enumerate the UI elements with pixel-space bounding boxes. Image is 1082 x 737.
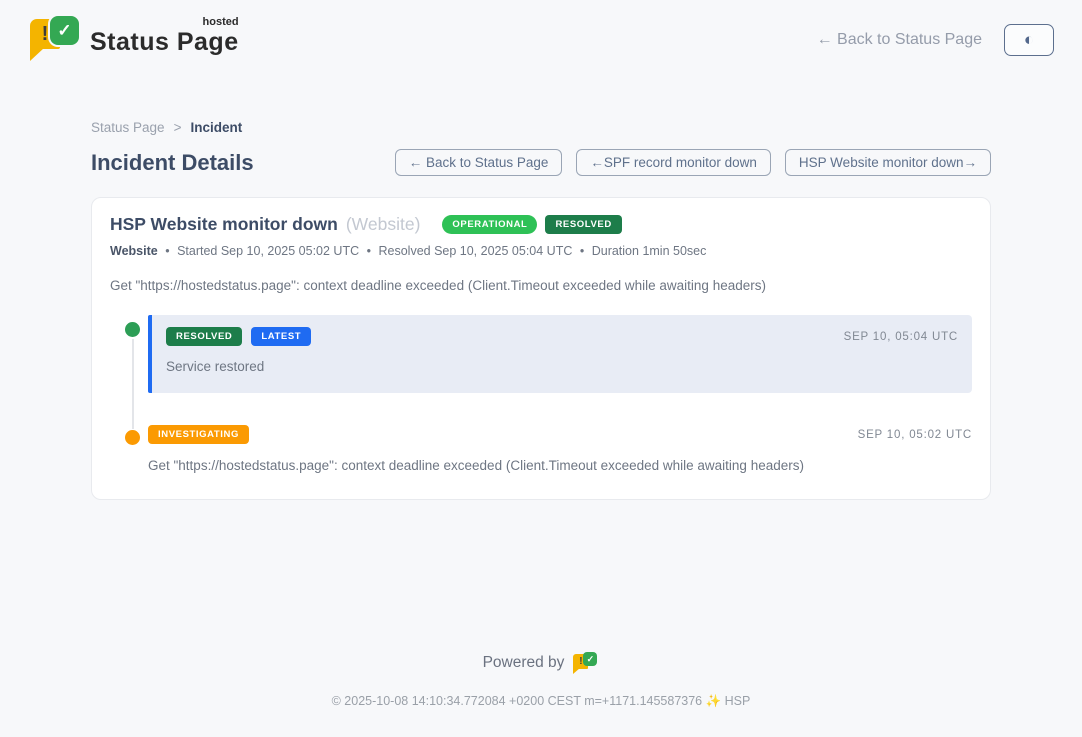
logo-check-icon: ✓ (50, 16, 79, 45)
prev-incident-button[interactable]: ←SPF record monitor down (576, 149, 771, 176)
timeline-timestamp: SEP 10, 05:04 UTC (844, 331, 958, 343)
latest-badge: LATEST (251, 327, 311, 346)
main-content: Status Page > Incident Incident Details … (91, 120, 991, 500)
timeline-content: INVESTIGATING SEP 10, 05:02 UTC Get "htt… (148, 423, 972, 473)
half-circle-icon: ◐ (1024, 30, 1034, 50)
meta-component: Website (110, 244, 158, 258)
back-to-status-page-button[interactable]: ← Back to Status Page (395, 149, 563, 176)
logo-check-icon: ✓ (583, 652, 597, 666)
meta-separator: • (580, 244, 584, 258)
operational-badge: OPERATIONAL (442, 215, 537, 234)
breadcrumb-status-page[interactable]: Status Page (91, 120, 165, 135)
footer: Powered by ! ✓ © 2025-10-08 14:10:34.772… (0, 651, 1082, 709)
incident-timeline: RESOLVED LATEST SEP 10, 05:04 UTC Servic… (110, 315, 972, 473)
timeline-connector-line (132, 339, 134, 429)
timeline-item-resolved: RESOLVED LATEST SEP 10, 05:04 UTC Servic… (110, 315, 972, 393)
timeline-dot-column (110, 423, 148, 445)
timeline-head: RESOLVED LATEST SEP 10, 05:04 UTC (166, 327, 958, 346)
incident-title: HSP Website monitor down (110, 214, 338, 235)
incident-component: (Website) (346, 214, 421, 235)
powered-by-label: Powered by (483, 654, 565, 672)
timeline-dot-column (110, 315, 148, 337)
incident-nav-buttons: ← Back to Status Page ←SPF record monito… (395, 149, 991, 176)
timeline-dot-green (125, 322, 140, 337)
meta-separator: • (367, 244, 371, 258)
theme-toggle-button[interactable]: ◐ (1004, 24, 1054, 56)
incident-meta: Website • Started Sep 10, 2025 05:02 UTC… (110, 244, 972, 258)
next-incident-button[interactable]: HSP Website monitor down→ (785, 149, 991, 176)
meta-resolved: Resolved Sep 10, 2025 05:04 UTC (378, 244, 572, 258)
header: ! ✓ Status Page hosted ← Back to Status … (0, 0, 1082, 62)
title-row: Incident Details ← Back to Status Page ←… (91, 149, 991, 176)
breadcrumb-incident: Incident (190, 120, 242, 135)
timeline-message: Get "https://hostedstatus.page": context… (148, 458, 972, 473)
timeline-message: Service restored (166, 359, 958, 374)
hsp-logo-icon[interactable]: ! ✓ (573, 651, 599, 675)
meta-started: Started Sep 10, 2025 05:02 UTC (177, 244, 359, 258)
status-page-logo-icon: ! ✓ (28, 14, 80, 62)
timeline-content: RESOLVED LATEST SEP 10, 05:04 UTC Servic… (148, 315, 972, 393)
timeline-badges: RESOLVED LATEST (166, 327, 311, 346)
timeline-badges: INVESTIGATING (148, 425, 249, 444)
breadcrumb: Status Page > Incident (91, 120, 991, 135)
incident-description: Get "https://hostedstatus.page": context… (110, 278, 972, 293)
brand-hosted-label: hosted (203, 16, 239, 28)
meta-separator: • (165, 244, 169, 258)
incident-title-row: HSP Website monitor down (Website) OPERA… (110, 214, 972, 235)
resolved-badge: RESOLVED (545, 215, 621, 234)
resolved-badge: RESOLVED (166, 327, 242, 346)
breadcrumb-separator: > (174, 120, 182, 135)
incident-card: HSP Website monitor down (Website) OPERA… (91, 197, 991, 500)
page-title: Incident Details (91, 150, 254, 176)
powered-by: Powered by ! ✓ (0, 651, 1082, 675)
investigating-badge: INVESTIGATING (148, 425, 249, 444)
timeline-item-investigating: INVESTIGATING SEP 10, 05:02 UTC Get "htt… (110, 423, 972, 473)
logo-text: Status Page hosted (90, 20, 239, 57)
timeline-head: INVESTIGATING SEP 10, 05:02 UTC (148, 425, 972, 444)
timeline-highlight-box: RESOLVED LATEST SEP 10, 05:04 UTC Servic… (148, 315, 972, 393)
header-right: ← Back to Status Page ◐ (817, 24, 1054, 56)
timeline-dot-orange (125, 430, 140, 445)
timeline-timestamp: SEP 10, 05:02 UTC (858, 429, 972, 441)
brand-name: Status Page (90, 28, 239, 56)
app-logo[interactable]: ! ✓ Status Page hosted (28, 14, 239, 62)
copyright-text: © 2025-10-08 14:10:34.772084 +0200 CEST … (0, 694, 1082, 709)
back-to-status-page-link[interactable]: ← Back to Status Page (817, 31, 982, 49)
meta-duration: Duration 1min 50sec (592, 244, 707, 258)
